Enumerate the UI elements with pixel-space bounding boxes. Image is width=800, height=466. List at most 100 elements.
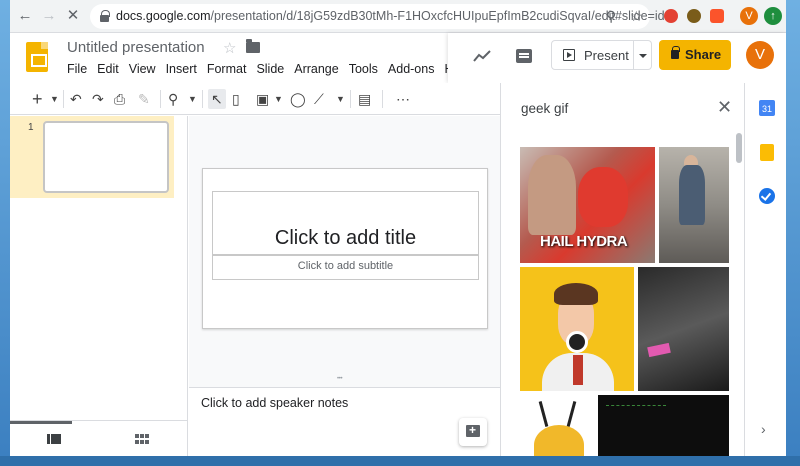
zoom-dropdown-icon[interactable]: ▼ — [188, 89, 197, 109]
star-icon[interactable]: ☆ — [223, 39, 236, 57]
new-slide-dropdown-icon[interactable]: ▼ — [50, 89, 59, 109]
share-button[interactable]: Share — [659, 40, 731, 70]
browser-window: ← → ✕ docs.google.com/presentation/d/18j… — [10, 0, 786, 456]
profile-avatar[interactable]: V — [740, 7, 758, 25]
reload-icon[interactable]: ✕ — [64, 7, 82, 25]
more-options-icon[interactable]: ⋯ — [396, 89, 410, 109]
menu-insert[interactable]: Insert — [166, 62, 197, 76]
zoom-icon[interactable]: ⚲ — [168, 89, 178, 109]
present-icon — [563, 49, 575, 61]
gif-result-terminal[interactable] — [598, 395, 729, 456]
document-title[interactable]: Untitled presentation — [67, 39, 205, 56]
back-icon[interactable]: ← — [16, 7, 34, 25]
filmstrip-view-icon[interactable] — [47, 434, 61, 444]
account-avatar[interactable]: V — [746, 41, 774, 69]
slide-canvas-area: Click to add title Click to add subtitle — [189, 116, 500, 382]
update-icon[interactable]: ↑ — [764, 7, 782, 25]
gif-figure — [647, 342, 671, 358]
gif-figure — [554, 283, 598, 305]
comment-icon[interactable] — [516, 49, 532, 63]
gif-figure — [534, 425, 584, 456]
folder-icon[interactable] — [246, 39, 260, 53]
shape-icon[interactable]: ◯ — [290, 89, 306, 109]
menu-edit[interactable]: Edit — [97, 62, 119, 76]
editing-toolbar: + ▼ ↶ ↷ ⎙ ✎ ⚲ ▼ ↖ ▯ ▣ ▼ ◯ ⟋ ▼ ▤ ⋯ — [10, 83, 500, 115]
gif-result-reporter[interactable] — [520, 267, 634, 391]
redo-icon[interactable]: ↷ — [92, 89, 104, 109]
search-query[interactable]: geek gif — [521, 101, 568, 116]
select-cursor-icon[interactable]: ↖ — [208, 89, 226, 109]
extension-icon-1[interactable] — [664, 9, 678, 23]
keep-icon[interactable] — [760, 144, 774, 161]
explore-panel: geek gif ✕ HAIL HYDRA — [500, 83, 744, 456]
title-placeholder[interactable]: Click to add title — [212, 191, 479, 255]
gif-result-hail-hydra[interactable]: HAIL HYDRA — [520, 147, 655, 263]
scrollbar-thumb[interactable] — [736, 133, 742, 163]
present-label: Present — [584, 48, 629, 63]
undo-icon[interactable]: ↶ — [70, 89, 82, 109]
explore-icon[interactable] — [459, 418, 487, 446]
slides-logo-icon[interactable] — [26, 42, 48, 72]
extension-icon-2[interactable] — [687, 9, 701, 23]
gif-result-bee[interactable] — [520, 395, 594, 456]
slide-canvas[interactable]: Click to add title Click to add subtitle — [202, 168, 488, 329]
menu-addons[interactable]: Add-ons — [388, 62, 435, 76]
selected-slide-row[interactable]: 1 — [10, 116, 174, 198]
menu-arrange[interactable]: Arrange — [294, 62, 338, 76]
present-button[interactable]: Present — [551, 40, 634, 70]
line-icon[interactable]: ⟋ — [314, 89, 324, 109]
speaker-notes[interactable]: Click to add speaker notes — [189, 388, 500, 456]
subtitle-placeholder-text: Click to add subtitle — [297, 260, 394, 272]
print-icon[interactable]: ⎙ — [114, 89, 125, 109]
slide-number: 1 — [28, 122, 34, 133]
title-placeholder-text: Click to add title — [274, 227, 417, 249]
activity-trend-icon[interactable] — [473, 49, 491, 63]
toolbar-divider — [160, 90, 161, 108]
gif-figure — [578, 167, 628, 227]
line-dropdown-icon[interactable]: ▼ — [336, 89, 345, 109]
add-comment-icon[interactable]: ▤ — [358, 89, 371, 109]
gif-figure — [679, 165, 705, 225]
extension-icon-3[interactable] — [710, 9, 724, 23]
gif-figure — [573, 355, 583, 385]
gif-caption: HAIL HYDRA — [540, 233, 628, 250]
view-switcher — [10, 420, 188, 456]
lock-icon — [100, 10, 110, 22]
menu-file[interactable]: File — [67, 62, 87, 76]
present-dropdown-icon[interactable] — [634, 40, 652, 70]
paint-format-icon[interactable]: ✎ — [138, 89, 150, 109]
menu-format[interactable]: Format — [207, 62, 247, 76]
address-bar[interactable]: docs.google.com/presentation/d/18jG59zdB… — [90, 4, 675, 29]
gif-result-man-at-desk[interactable] — [659, 147, 729, 263]
image-icon[interactable]: ▣ — [256, 89, 269, 109]
slide-thumbnail[interactable] — [43, 121, 169, 193]
tasks-icon[interactable] — [759, 188, 775, 204]
zoom-icon[interactable]: ⚲ — [606, 8, 616, 25]
gif-figure — [538, 401, 549, 427]
url-text: docs.google.com/presentation/d/18jG59zdB… — [116, 9, 675, 23]
header-actions: Present Share V — [448, 33, 786, 83]
bookmark-star-icon[interactable]: ☆ — [630, 8, 643, 25]
menu-slide[interactable]: Slide — [256, 62, 284, 76]
calendar-icon[interactable]: 31 — [759, 100, 775, 116]
lock-icon — [671, 46, 680, 59]
chevron-right-icon[interactable]: › — [761, 421, 766, 437]
menu-view[interactable]: View — [129, 62, 156, 76]
image-dropdown-icon[interactable]: ▼ — [274, 89, 283, 109]
panel-scrollbar[interactable] — [735, 131, 743, 456]
close-icon[interactable]: ✕ — [717, 98, 732, 116]
forward-icon[interactable]: → — [40, 7, 58, 25]
active-view-indicator — [10, 421, 72, 424]
toolbar-divider — [202, 90, 203, 108]
new-slide-icon[interactable]: + — [32, 89, 43, 109]
toolbar-divider — [63, 90, 64, 108]
subtitle-placeholder[interactable]: Click to add subtitle — [212, 255, 479, 280]
gif-figure — [528, 155, 576, 235]
browser-toolbar: ← → ✕ docs.google.com/presentation/d/18j… — [10, 0, 786, 33]
grid-view-icon[interactable] — [135, 434, 149, 444]
microphone-icon — [566, 331, 588, 353]
menu-tools[interactable]: Tools — [349, 62, 378, 76]
text-box-icon[interactable]: ▯ — [232, 89, 240, 109]
gif-result-dark-scene[interactable] — [638, 267, 729, 391]
share-label: Share — [685, 47, 722, 62]
